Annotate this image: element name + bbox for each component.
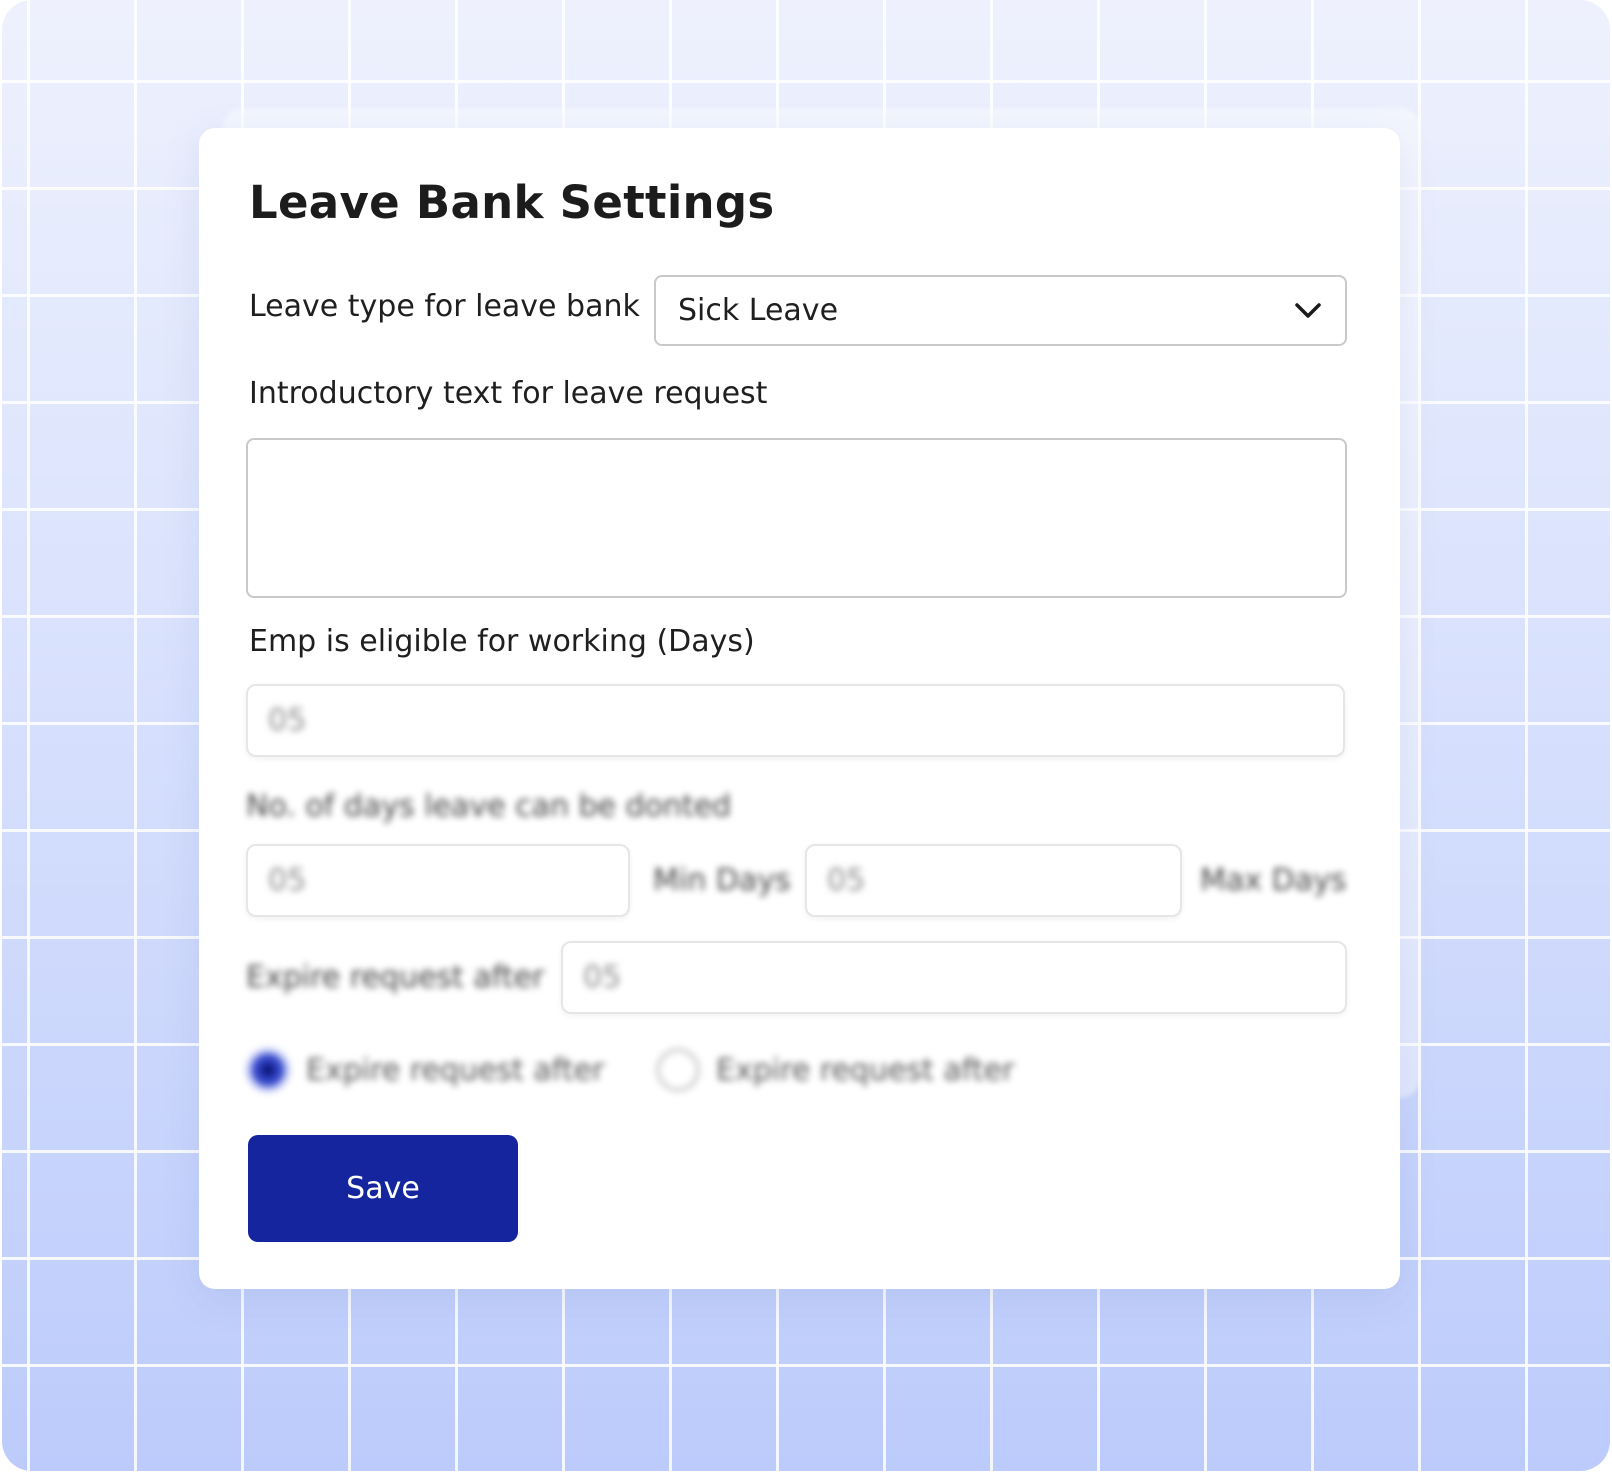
radio-option-2-label: Expire request after [716,1052,1015,1088]
leave-type-selected-value: Sick Leave [678,293,839,328]
leave-type-select[interactable]: Sick Leave [654,275,1347,346]
donation-label: No. of days leave can be donted [246,789,732,824]
max-days-value: 05 [827,863,866,898]
eligibility-days-input[interactable]: 05 [246,684,1345,757]
eligibility-label: Emp is eligible for working (Days) [249,624,755,659]
radio-unchecked[interactable] [656,1048,700,1092]
expire-days-input[interactable]: 05 [561,941,1347,1014]
expire-label: Expire request after [246,960,545,995]
min-days-value: 05 [268,863,307,898]
chevron-down-icon [1293,296,1323,326]
save-button[interactable]: Save [248,1135,518,1242]
intro-text-label: Introductory text for leave request [249,376,768,411]
radio-option-2[interactable]: Expire request after [656,1048,1014,1092]
radio-checked[interactable] [246,1048,290,1092]
leave-type-label: Leave type for leave bank [249,289,640,324]
min-days-input[interactable]: 05 [246,844,630,917]
radio-option-1[interactable]: Expire request after [246,1048,604,1092]
background-frame: Leave Bank Settings Leave type for leave… [2,0,1610,1471]
max-days-input[interactable]: 05 [805,844,1182,917]
max-days-label: Max Days [1200,863,1347,898]
min-days-label: Min Days [653,863,791,898]
intro-text-textarea[interactable] [246,438,1347,598]
expire-days-value: 05 [583,960,622,995]
eligibility-days-value: 05 [268,703,307,738]
page-title: Leave Bank Settings [249,176,775,229]
radio-option-1-label: Expire request after [306,1052,605,1088]
leave-bank-settings-card: Leave Bank Settings Leave type for leave… [199,128,1400,1289]
